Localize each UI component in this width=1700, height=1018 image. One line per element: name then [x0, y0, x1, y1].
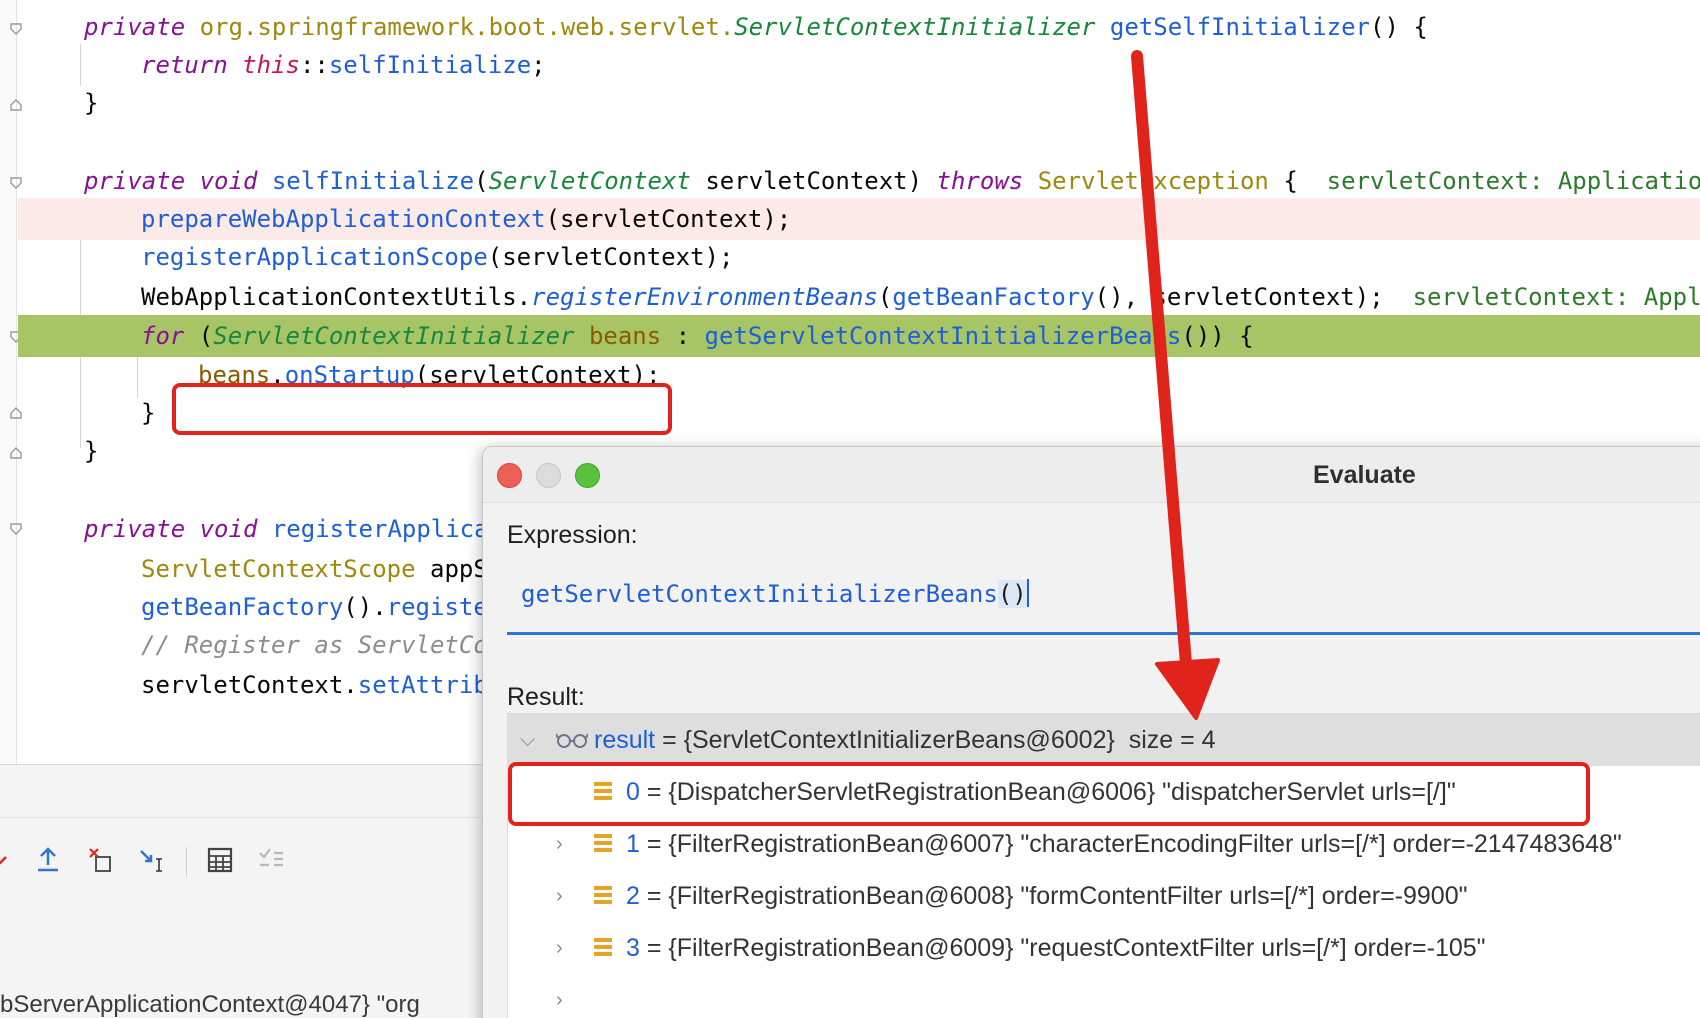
code-token: throws: [936, 167, 1038, 195]
field-icon: [594, 886, 612, 906]
code-token: private void: [84, 515, 272, 543]
dialog-title: Evaluate: [1313, 461, 1416, 489]
zoom-window-button[interactable]: [575, 463, 600, 488]
minimize-window-button[interactable]: [536, 463, 561, 488]
code-token: }: [141, 399, 156, 427]
code-token: prepareWebApplicationContext: [141, 205, 546, 233]
code-token: getSelfInitializer: [1109, 13, 1370, 41]
code-token: getServletContextInitializerBeans: [704, 322, 1182, 350]
trace-icon[interactable]: [256, 845, 286, 875]
code-line-breakpoint[interactable]: prepareWebApplicationContext(servletCont…: [18, 198, 1700, 240]
child-value: = {FilterRegistrationBean@6009} "request…: [639, 934, 1486, 962]
chevron-right-icon[interactable]: ›: [556, 974, 563, 1018]
code-line[interactable]: private void selfInitialize(ServletConte…: [18, 160, 1700, 202]
expression-label: Expression:: [507, 521, 638, 549]
child-index: 3: [626, 934, 640, 962]
code-line[interactable]: registerApplicationScope(servletContext)…: [18, 236, 1700, 278]
text-caret: [1026, 579, 1029, 607]
dialog-titlebar[interactable]: Evaluate: [483, 447, 1700, 503]
code-token: (servletContext);: [487, 243, 734, 271]
result-child-row[interactable]: › 2 = {FilterRegistrationBean@6008} "for…: [508, 870, 1700, 959]
run-to-cursor-icon[interactable]: [137, 845, 167, 875]
code-token: servletContext.: [141, 671, 358, 699]
code-token: registerEnvironmentBeans: [531, 283, 878, 311]
code-token: }: [84, 437, 99, 465]
code-token: ()) {: [1181, 322, 1254, 350]
code-token: ServletContextScope: [141, 555, 416, 583]
step-over-icon[interactable]: [0, 845, 22, 875]
result-tree[interactable]: ⌵ result = {ServletContextInitializerBea…: [507, 713, 1700, 1018]
code-line[interactable]: private org.springframework.boot.web.ser…: [18, 6, 1700, 48]
chevron-down-icon[interactable]: ⌵: [520, 714, 535, 766]
expression-input[interactable]: getServletContextInitializerBeans(): [507, 559, 1700, 635]
child-index: 2: [626, 882, 640, 910]
code-token: for: [141, 322, 199, 350]
step-out-icon[interactable]: [33, 845, 63, 875]
code-token: beans: [588, 322, 662, 350]
evaluate-icon[interactable]: [205, 845, 235, 875]
code-token: getBeanFactory: [892, 283, 1095, 311]
code-line[interactable]: return this::selfInitialize;: [18, 44, 1700, 86]
code-token: servletContext): [690, 167, 937, 195]
code-line[interactable]: WebApplicationContextUtils.registerEnvir…: [18, 276, 1700, 318]
field-icon: [594, 834, 612, 854]
result-name: result: [594, 726, 656, 754]
result-value: = {ServletContextInitializerBeans@6002} …: [655, 726, 1216, 754]
code-token: servletContext: ApplicationContextFacade…: [1412, 283, 1700, 311]
expression-parens: (): [997, 580, 1027, 608]
debug-divider: [0, 817, 490, 818]
highlight-callout-dispatcher: [508, 762, 1590, 826]
code-token: selfInitialize: [271, 167, 475, 195]
code-token: :: [661, 322, 705, 350]
evaluate-dialog[interactable]: Evaluate Expression: getServletContextIn…: [482, 446, 1700, 1018]
result-label: Result:: [507, 683, 585, 711]
highlight-callout-onstartup: [172, 383, 672, 435]
code-token: ServletContext: [488, 167, 691, 195]
code-token: return: [141, 51, 243, 79]
code-token: registerApplicationScope: [141, 243, 488, 271]
code-token: ;: [531, 51, 546, 79]
result-tree-root[interactable]: ⌵ result = {ServletContextInitializerBea…: [508, 714, 1700, 766]
child-index: 1: [626, 830, 640, 858]
code-token: (: [198, 322, 214, 350]
code-token: servletContext: ApplicationContextFacade…: [1326, 167, 1700, 195]
code-token: () {: [1370, 13, 1428, 41]
debug-tool-window: bServerApplicationContext@4047} "org: [0, 764, 490, 1018]
code-token: {: [1268, 167, 1327, 195]
editor-gutter[interactable]: [0, 0, 17, 764]
code-token: (: [474, 167, 489, 195]
code-token: (), servletContext);: [1094, 283, 1413, 311]
child-value: = {FilterRegistrationBean@6007} "charact…: [639, 830, 1622, 858]
code-token: org.springframework.boot.web.servlet.: [199, 13, 735, 41]
close-window-button[interactable]: [497, 463, 522, 488]
code-token: private void: [84, 167, 272, 195]
watch-glasses-icon: [556, 733, 588, 748]
toolbar-separator: [186, 847, 187, 877]
code-token: ServletException: [1037, 167, 1269, 195]
code-token: ServletContextInitializer: [734, 13, 1096, 41]
code-token: ::: [299, 51, 329, 79]
code-token: }: [84, 89, 99, 117]
code-line[interactable]: }: [18, 82, 1700, 124]
expression-text: getServletContextInitializerBeans: [521, 580, 998, 608]
code-token: ().: [343, 593, 387, 621]
code-token: private: [84, 13, 200, 41]
code-token: ServletContextInitializer: [213, 322, 575, 350]
child-value: = {FilterRegistrationBean@6008} "formCon…: [639, 882, 1468, 910]
code-token: (: [877, 283, 893, 311]
code-line-current-execution[interactable]: for (ServletContextInitializer beans : g…: [18, 315, 1700, 357]
code-token: selfInitialize: [328, 51, 532, 79]
result-child-row[interactable]: › 3 = {FilterRegistrationBean@6009} "req…: [508, 922, 1700, 1011]
variable-preview-text: bServerApplicationContext@4047} "org: [0, 991, 420, 1018]
code-token: getBeanFactory: [141, 593, 344, 621]
code-token: (servletContext);: [545, 205, 792, 233]
code-token: this: [242, 51, 300, 79]
code-token: WebApplicationContextUtils.: [141, 283, 532, 311]
field-icon: [594, 938, 612, 958]
drop-frame-icon[interactable]: [86, 845, 116, 875]
